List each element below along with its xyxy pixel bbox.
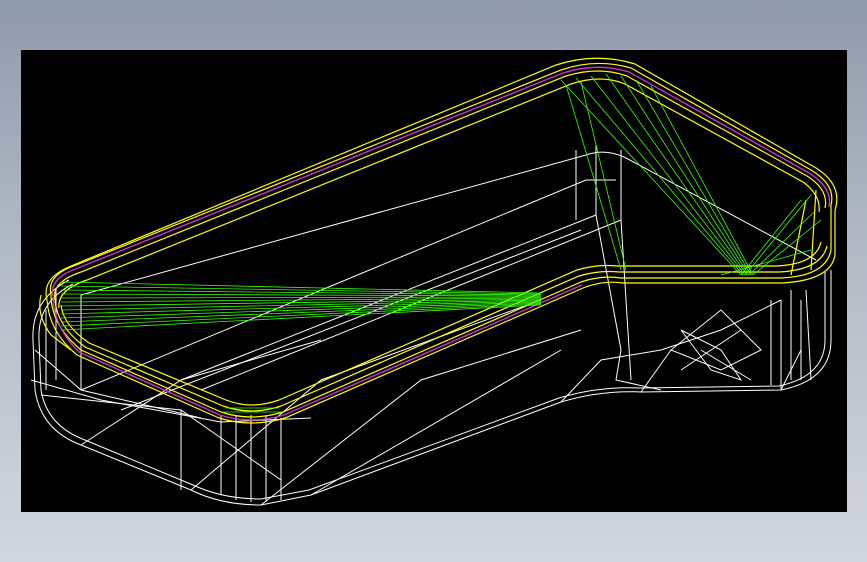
wireframe-canvas[interactable]	[21, 50, 847, 512]
inner-tray-wireframe	[45, 145, 817, 502]
cad-viewport[interactable]	[21, 50, 847, 512]
highlight-lines	[60, 73, 822, 413]
